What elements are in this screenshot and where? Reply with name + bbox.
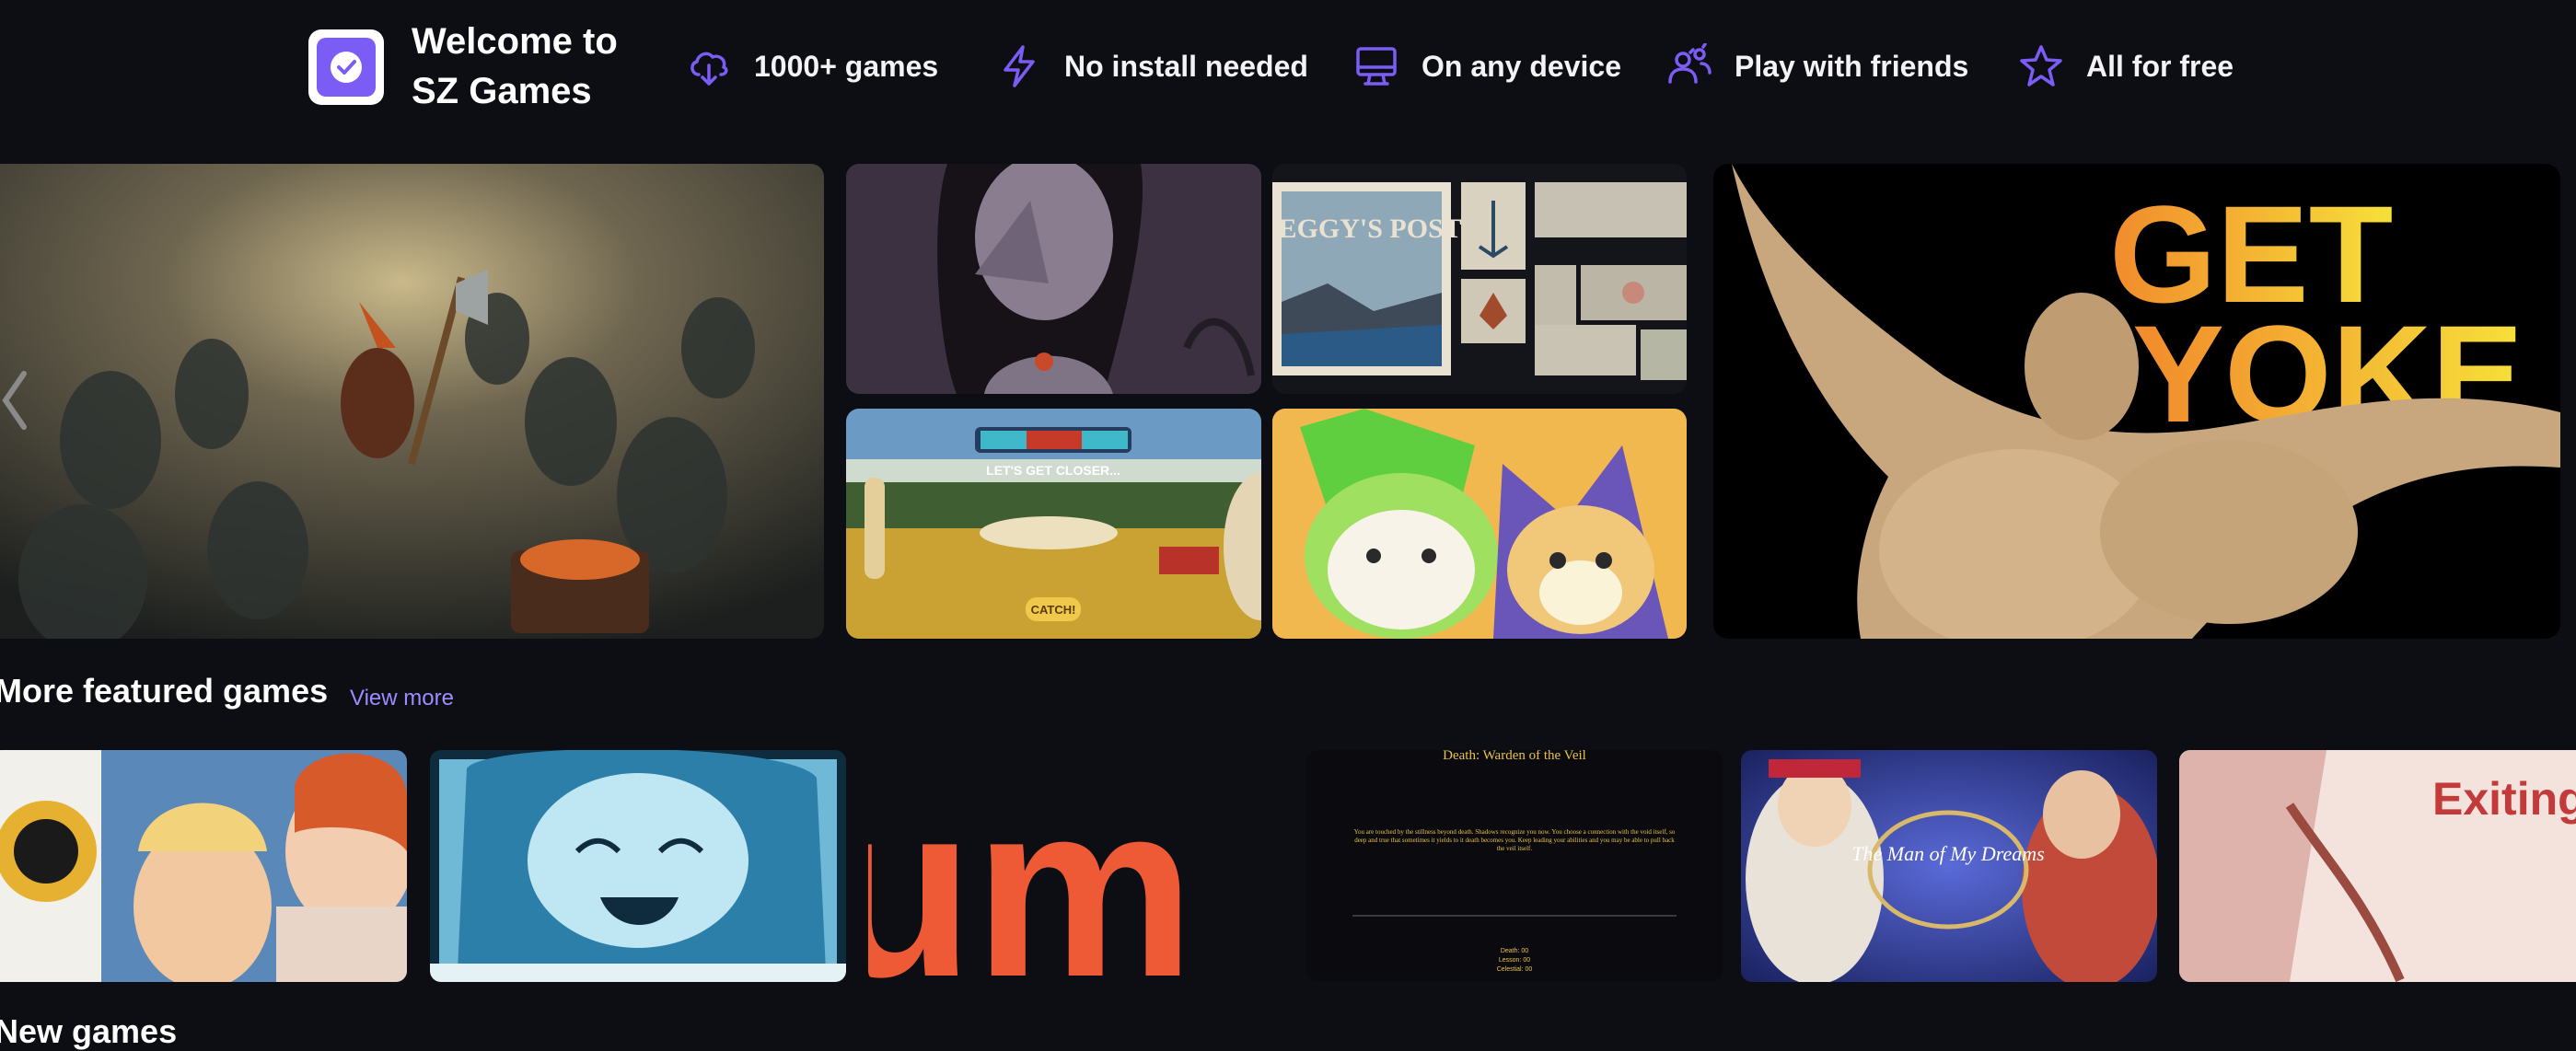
feature-friends: Play with friends	[1666, 40, 1968, 92]
death-warden-body: You are touched by the stillness beyond …	[1353, 828, 1676, 852]
featured-card[interactable]: um	[868, 750, 1284, 982]
check-badge-icon	[317, 38, 376, 97]
hero-tile-cute-creatures[interactable]	[1272, 409, 1687, 639]
stat-line: Lesson: 00	[1499, 957, 1530, 964]
section-title-featured: More featured games	[0, 672, 329, 710]
featured-card[interactable]: The Man of My Dreams	[1741, 750, 2157, 982]
feature-label: On any device	[1421, 49, 1621, 83]
peggys-post-text: PEGGY'S POST	[1272, 214, 1462, 244]
hero-tile-lets-get-closer[interactable]: LET'S GET CLOSER... CATCH!	[846, 409, 1261, 639]
hero-tile-get-yoke[interactable]: GET YOKE	[1713, 164, 2560, 639]
feature-bar: Welcome to SZ Games 1000+ games No insta…	[0, 0, 2576, 147]
featured-card[interactable]: Death: Warden of the Veil You are touche…	[1306, 750, 1723, 982]
chevron-left-icon[interactable]	[0, 368, 31, 433]
star-icon	[2018, 43, 2064, 89]
welcome-title: Welcome to SZ Games	[412, 21, 618, 111]
hero-tile-peggys-post[interactable]: PEGGY'S POST	[1272, 164, 1687, 394]
featured-card[interactable]	[0, 750, 407, 982]
friends-icon	[1666, 43, 1712, 89]
death-warden-title: Death: Warden of the Veil	[1443, 750, 1586, 763]
featured-card[interactable]: Exiting White Room	[2179, 750, 2576, 982]
catch-button-text: CATCH!	[1031, 603, 1076, 617]
cloud-download-icon	[686, 43, 732, 89]
exiting-white-room-text: Exiting White Room	[2432, 773, 2576, 825]
feature-label: 1000+ games	[754, 49, 939, 83]
man-of-dreams-title: The Man of My Dreams	[1851, 842, 2044, 865]
um-logo-text: um	[868, 752, 1195, 982]
feature-label: Play with friends	[1735, 49, 1969, 83]
view-more-link[interactable]: View more	[350, 686, 454, 711]
lets-get-closer-text: LET'S GET CLOSER...	[986, 463, 1120, 478]
featured-card[interactable]	[430, 750, 846, 982]
stat-line: Celestial: 00	[1497, 966, 1533, 973]
feature-games: 1000+ games	[686, 40, 938, 92]
site-logo[interactable]	[308, 29, 384, 105]
feature-no-install: No install needed	[996, 40, 1308, 92]
hero-tile-dwarf[interactable]	[0, 164, 824, 639]
hero-tile-crying-girl[interactable]	[846, 164, 1261, 394]
feature-free: All for free	[2018, 40, 2234, 92]
feature-label: All for free	[2086, 49, 2234, 83]
feature-label: No install needed	[1064, 49, 1308, 83]
feature-any-device: On any device	[1353, 40, 1621, 92]
monitor-icon	[1353, 43, 1399, 89]
section-title-new: New games	[0, 1012, 178, 1050]
stat-line: Death: 00	[1501, 948, 1528, 954]
lightning-icon	[996, 43, 1042, 89]
